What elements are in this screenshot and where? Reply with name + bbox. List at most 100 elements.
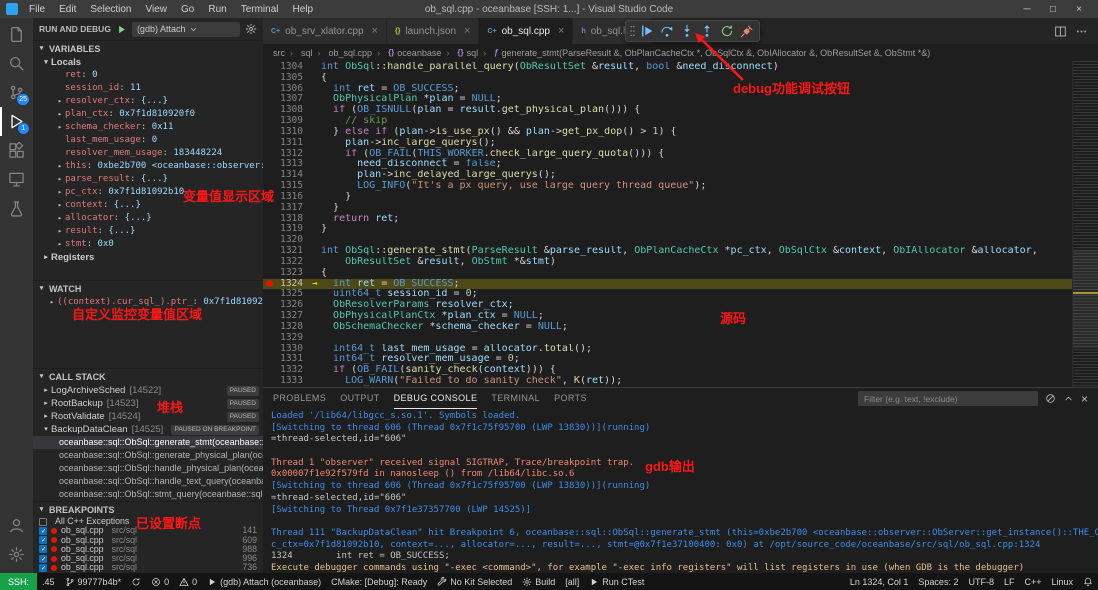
panel-tab[interactable]: DEBUG CONSOLE: [394, 388, 478, 409]
activity-bar-item[interactable]: 25: [0, 78, 33, 107]
activity-bar-item[interactable]: [0, 136, 33, 165]
breakpoint-checkbox[interactable]: [39, 564, 47, 572]
activity-bar-item[interactable]: 1: [0, 107, 33, 136]
debug-toolbar-button[interactable]: [678, 22, 696, 40]
code-line[interactable]: 1333 LOG_WARN("Failed to do sanity check…: [263, 376, 1072, 387]
stack-frame-row[interactable]: oceanbase::sql::ObSql::handle_text_query…: [33, 475, 263, 488]
close-tab-icon[interactable]: ×: [558, 25, 564, 37]
maximize-icon[interactable]: □: [1040, 4, 1066, 15]
expand-icon[interactable]: [55, 95, 65, 108]
status-bar-item[interactable]: Ln 1324, Col 1: [845, 577, 914, 587]
close-window-icon[interactable]: ×: [1066, 4, 1092, 15]
variable-row[interactable]: resolver_mem_usage: 183448224: [33, 147, 263, 160]
console-filter-input[interactable]: [858, 391, 1038, 406]
breadcrumb-item[interactable]: {} oceanbase: [372, 48, 441, 58]
expand-icon[interactable]: [55, 225, 65, 238]
breadcrumb-item[interactable]: src: [273, 48, 285, 58]
code-line[interactable]: 1311 plan->inc_large_querys();: [263, 138, 1072, 149]
status-bar-item[interactable]: LF: [999, 577, 1020, 587]
menu-item[interactable]: Go: [174, 4, 201, 15]
gutter-breakpoint-slot[interactable]: [263, 376, 275, 387]
breakpoint-checkbox[interactable]: [39, 527, 47, 535]
expand-icon[interactable]: [55, 108, 65, 121]
code-line[interactable]: 1317 }: [263, 203, 1072, 214]
close-tab-icon[interactable]: ×: [372, 25, 378, 37]
gutter-breakpoint-slot[interactable]: [263, 138, 275, 149]
expand-icon[interactable]: [55, 199, 65, 212]
code-line[interactable]: 1307 ObPhysicalPlan *plan = NULL;: [263, 94, 1072, 105]
variable-row[interactable]: this: 0xbe2b700 <oceanbase::observer::Ob…: [33, 160, 263, 173]
gutter-breakpoint-slot[interactable]: [263, 116, 275, 127]
breakpoints-section-header[interactable]: ▾BREAKPOINTS: [33, 501, 263, 517]
breakpoint-checkbox[interactable]: [39, 555, 47, 563]
variable-row[interactable]: session_id: 11: [33, 82, 263, 95]
toolbar-drag-handle[interactable]: [629, 24, 636, 38]
expand-icon[interactable]: [55, 212, 65, 225]
expand-icon[interactable]: [41, 423, 51, 436]
status-bar-item[interactable]: C++: [1019, 577, 1046, 587]
gutter-breakpoint-slot[interactable]: [263, 333, 275, 344]
code-line[interactable]: 1326 ObResolverParams resolver_ctx;: [263, 300, 1072, 311]
breakpoint-row[interactable]: ob_sql.cpp src/sql 736: [33, 563, 263, 572]
variable-row[interactable]: pc_ctx: 0x7f1d81092b10: [33, 186, 263, 199]
debug-gear-icon[interactable]: [245, 23, 257, 35]
clear-console-icon[interactable]: [1045, 393, 1056, 405]
code-editor[interactable]: 1304int ObSql::handle_parallel_query(ObR…: [263, 61, 1072, 387]
code-line[interactable]: 1323{: [263, 268, 1072, 279]
status-bar-item[interactable]: [1078, 576, 1098, 587]
code-line[interactable]: 1329: [263, 333, 1072, 344]
status-bar-item[interactable]: [126, 576, 146, 587]
breakpoint-checkbox[interactable]: [39, 518, 47, 526]
breadcrumb-item[interactable]: ob_sql.cpp: [313, 48, 373, 58]
variable-row[interactable]: plan_ctx: 0x7f1d810920f0: [33, 108, 263, 121]
breakpoint-row[interactable]: ob_sql.cpp src/sql 988: [33, 545, 263, 554]
stack-frame-row[interactable]: oceanbase::sql::ObSql::generate_stmt(oce…: [33, 436, 263, 449]
code-line[interactable]: 1319}: [263, 224, 1072, 235]
code-line[interactable]: 1322 ObResultSet &result, ObStmt *&stmt): [263, 257, 1072, 268]
watch-expression-row[interactable]: ▸((context).cur_sql_).ptr_: 0x7f1d81092b…: [33, 296, 263, 309]
gutter-breakpoint-slot[interactable]: [263, 203, 275, 214]
gutter-breakpoint-slot[interactable]: [263, 246, 275, 257]
gutter-breakpoint-slot[interactable]: [263, 170, 275, 181]
expand-icon[interactable]: [55, 173, 65, 186]
expand-icon[interactable]: [55, 186, 65, 199]
code-line[interactable]: 1330 int64_t last_mem_usage = allocator.…: [263, 344, 1072, 355]
panel-tab[interactable]: PROBLEMS: [273, 388, 326, 409]
activity-bar-item[interactable]: [0, 540, 33, 569]
code-line[interactable]: 1313 need_disconnect = false;: [263, 159, 1072, 170]
thread-row[interactable]: RootBackup[14523] PAUSED: [33, 397, 263, 410]
status-bar-item[interactable]: 0: [146, 576, 174, 587]
code-line[interactable]: 1318 return ret;: [263, 214, 1072, 225]
variable-row[interactable]: result: {...}: [33, 225, 263, 238]
gutter-breakpoint-slot[interactable]: [263, 354, 275, 365]
variables-section-header[interactable]: ▾VARIABLES: [33, 40, 263, 56]
variable-row[interactable]: resolver_ctx: {...}: [33, 95, 263, 108]
status-bar-item[interactable]: No Kit Selected: [432, 576, 517, 587]
maximize-panel-icon[interactable]: [1063, 393, 1074, 405]
breadcrumb-item[interactable]: ƒ generate_stmt(ParseResult &, ObPlanCac…: [478, 48, 930, 58]
menu-item[interactable]: Run: [201, 4, 233, 15]
expand-icon[interactable]: [55, 238, 65, 251]
gutter-breakpoint-slot[interactable]: [263, 84, 275, 95]
thread-row[interactable]: LogArchiveSched[14522] PAUSED: [33, 384, 263, 397]
status-bar-item[interactable]: Run CTest: [584, 576, 649, 587]
activity-bar-item[interactable]: [0, 165, 33, 194]
activity-bar-item[interactable]: [0, 49, 33, 78]
debug-toolbar-button[interactable]: [698, 22, 716, 40]
code-line[interactable]: 1308 if (OB_ISNULL(plan = result.get_phy…: [263, 105, 1072, 116]
status-bar-item[interactable]: .45: [37, 576, 60, 587]
variable-row[interactable]: ret: 0: [33, 69, 263, 82]
breakpoint-checkbox[interactable]: [39, 536, 47, 544]
gutter-breakpoint-slot[interactable]: [263, 181, 275, 192]
remote-indicator[interactable]: SSH:: [0, 573, 37, 590]
watch-section-header[interactable]: ▾WATCH: [33, 280, 263, 296]
stack-frame-row[interactable]: oceanbase::sql::ObSql::stmt_query(oceanb…: [33, 488, 263, 501]
gutter-breakpoint-slot[interactable]: [263, 149, 275, 160]
code-line[interactable]: 1306 int ret = OB_SUCCESS;: [263, 84, 1072, 95]
breakpoint-row[interactable]: ob_sql.cpp src/sql 996: [33, 554, 263, 563]
editor-tab[interactable]: C+ ob_sql.cpp ×: [479, 18, 573, 44]
breakpoint-checkbox[interactable]: [39, 545, 47, 553]
status-bar-item[interactable]: (gdb) Attach (oceanbase): [202, 576, 326, 587]
variable-row[interactable]: allocator: {...}: [33, 212, 263, 225]
status-bar-item[interactable]: [all]: [560, 576, 584, 587]
